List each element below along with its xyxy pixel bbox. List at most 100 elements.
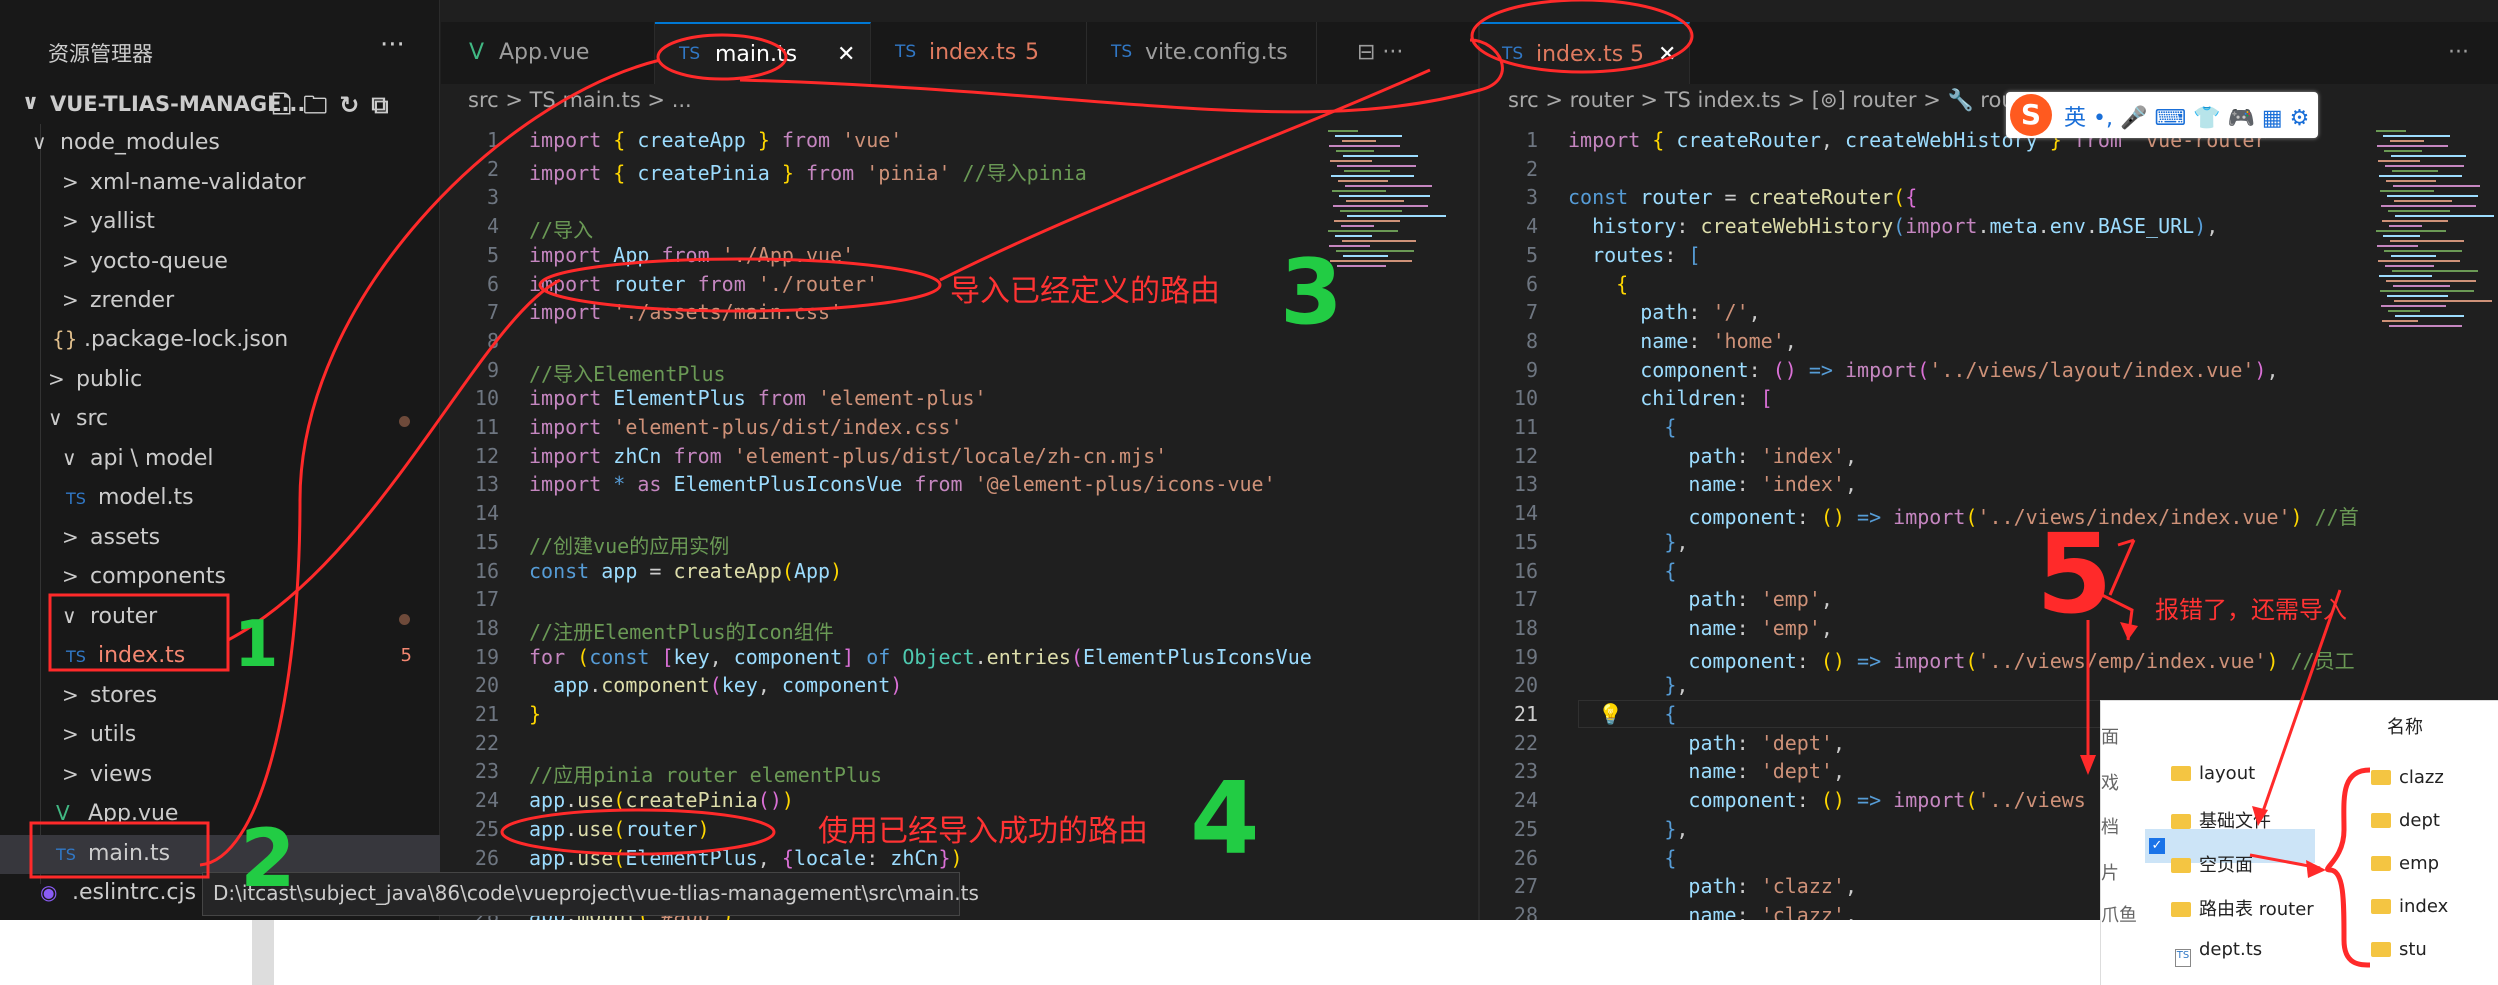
minimap-line (2389, 225, 2422, 227)
tab-vite-config[interactable]: TS vite.config.ts (1087, 22, 1317, 84)
code-line: } (529, 702, 542, 726)
tree-item[interactable]: > stores (0, 677, 440, 716)
code-line: name: 'dept', (1688, 759, 1845, 784)
project-header[interactable]: ∨ VUE-TLIAS-MANAGE... 🗋🗀↻⧉ (0, 84, 440, 124)
tree-item[interactable]: TS index.ts 5 (0, 637, 440, 676)
tree-item[interactable]: > public (0, 361, 440, 400)
tree-item-label: node_modules (60, 130, 220, 155)
minimap-line (2386, 280, 2476, 282)
tree-item[interactable]: {} .package-lock.json (0, 321, 440, 360)
chevron-right-icon: > (62, 209, 79, 233)
tree-item[interactable]: TS model.ts (0, 479, 440, 518)
tree-item-label: xml-name-validator (90, 170, 306, 195)
chevron-down-icon: ∨ (62, 604, 77, 628)
lightbulb-icon[interactable]: 💡 (1598, 702, 1623, 726)
tree-item[interactable]: > utils (0, 716, 440, 755)
tab-main-ts[interactable]: TS main.ts ✕ (655, 22, 871, 84)
breadcrumb-right[interactable]: src > router > TS index.ts > [⊚] router … (1508, 88, 2015, 124)
tree-item[interactable]: ∨ src (0, 400, 440, 439)
close-icon[interactable]: ✕ (1658, 42, 1676, 67)
explorer-item[interactable]: 空页面 (2171, 851, 2253, 877)
editor-actions[interactable]: ⊟ ··· (1317, 22, 1478, 84)
tree-item[interactable]: > components (0, 558, 440, 597)
ts-icon: TS (679, 44, 701, 64)
ime-toolbar[interactable]: S 英 •, 🎤 ⌨ 👕 🎮 ▦ ⚙ (2006, 92, 2318, 138)
ts-file-icon: TS (56, 845, 76, 864)
minimap-line (2394, 300, 2492, 302)
minimap-line (1329, 145, 1400, 147)
line-number: 6 (1525, 271, 1538, 296)
line-number: 25 (474, 816, 499, 841)
line-number: 18 (474, 615, 499, 640)
checkbox-icon[interactable]: ✓ (2149, 838, 2165, 854)
line-number: 28 (1513, 902, 1538, 920)
line-number: 27 (1513, 874, 1538, 899)
explorer-item[interactable]: layout (2171, 763, 2255, 784)
explorer-item[interactable]: 基础文件 (2171, 807, 2271, 833)
line-number: 23 (1513, 759, 1538, 784)
tree-item-label: router (90, 604, 158, 629)
explorer-item[interactable]: emp (2371, 853, 2439, 874)
tree-item[interactable]: ∨ router (0, 598, 440, 637)
line-number: 23 (474, 759, 499, 784)
explorer-item[interactable]: stu (2371, 939, 2427, 960)
tree-item[interactable]: > xml-name-validator (0, 164, 440, 203)
ts-icon: TS (895, 42, 917, 62)
line-number: 2 (1525, 156, 1538, 181)
edge-text: 档 (2101, 817, 2119, 838)
line-number: 22 (1513, 730, 1538, 755)
minimap-line (2380, 190, 2434, 192)
scrollbar[interactable] (252, 920, 274, 985)
chevron-right-icon: > (62, 170, 79, 194)
tab-label: vite.config.ts (1145, 40, 1288, 65)
explorer-item[interactable]: index (2371, 896, 2448, 917)
folder-icon (2371, 942, 2391, 957)
minimap-line (2393, 285, 2450, 287)
annotation-number-3: 3 (1280, 240, 1343, 345)
left-tab-bar: V App.vue TS main.ts ✕ TS index.ts 5 TS … (441, 22, 1478, 84)
tree-item[interactable]: > assets (0, 519, 440, 558)
minimap-line (1346, 200, 1404, 202)
explorer-item[interactable]: 路由表 router (2171, 895, 2314, 921)
explorer-item[interactable]: clazz (2371, 767, 2444, 788)
tree-item[interactable]: > views (0, 756, 440, 795)
explorer-item-label: 路由表 router (2199, 899, 2314, 920)
chevron-down-icon: ∨ (22, 90, 40, 114)
error-badge: 5 (1025, 40, 1039, 65)
minimap-line (1330, 160, 1372, 162)
line-number: 20 (474, 673, 499, 698)
close-icon[interactable]: ✕ (837, 42, 855, 67)
breadcrumb-left[interactable]: src > TS main.ts > ... (468, 88, 692, 124)
minimap-line (2392, 270, 2478, 272)
tab-app-vue[interactable]: V App.vue (441, 22, 655, 84)
minimap-line (1335, 235, 1372, 237)
ime-tools[interactable]: 英 •, 🎤 ⌨ 👕 🎮 ▦ ⚙ (2064, 100, 2309, 132)
tree-item[interactable]: > yallist (0, 203, 440, 242)
tree-item[interactable]: TS main.ts (0, 835, 440, 874)
minimap-line (2383, 235, 2420, 237)
code-line: { (1664, 558, 1677, 583)
minimap-line (2390, 140, 2424, 142)
minimap-line (2387, 195, 2478, 197)
tree-item[interactable]: > zrender (0, 282, 440, 321)
tree-item[interactable]: ∨ api \ model (0, 440, 440, 479)
explorer-item[interactable]: TS dept.ts (2175, 939, 2262, 967)
tree-item[interactable]: V App.vue (0, 795, 440, 834)
tab-index-ts[interactable]: TS index.ts 5 (871, 22, 1087, 84)
tab-router-index[interactable]: TS index.ts 5 ✕ (1480, 22, 1690, 84)
code-line: }, (1664, 529, 1689, 554)
explorer-item[interactable]: dept (2371, 810, 2440, 831)
annotation-note-3: 导入已经定义的路由 (950, 274, 1220, 309)
annotation-number-2: 2 (240, 812, 296, 905)
column-header-name[interactable]: 名称 (2387, 713, 2423, 739)
left-code-editor[interactable]: 1 import { createApp } from 'vue' 2 import … (441, 122, 1321, 920)
code-line: app.use(createPinia()) (529, 788, 794, 813)
more-icon[interactable]: ··· (380, 30, 405, 60)
new-file-icon[interactable]: 🗋🗀↻⧉ (272, 88, 401, 129)
code-line: const app = createApp(App) (529, 558, 843, 583)
tree-item[interactable]: > yocto-queue (0, 243, 440, 282)
more-icon[interactable]: ··· (2440, 22, 2498, 84)
edge-text: 片 (2101, 863, 2119, 884)
explorer-item-label: index (2399, 896, 2449, 917)
tree-item[interactable]: ∨ node_modules (0, 124, 440, 163)
